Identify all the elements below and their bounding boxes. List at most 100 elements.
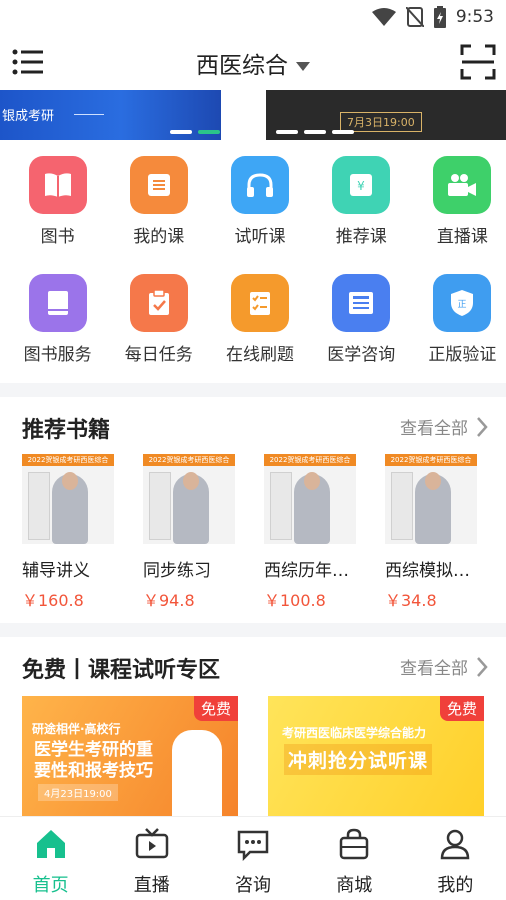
carousel-dot — [304, 130, 326, 134]
quick-entry-label: 我的课 — [133, 227, 185, 247]
book-name: 同步练习 — [143, 561, 211, 581]
video-camera-icon — [433, 156, 492, 214]
article-icon — [332, 274, 391, 332]
chevron-right-icon — [477, 416, 488, 437]
section-title: 免费丨课程试听专区 — [22, 658, 221, 683]
author-head — [425, 472, 441, 490]
quick-entry-quiz[interactable]: 在线刷题 — [216, 268, 303, 386]
book-spine — [149, 472, 171, 540]
carousel-dot — [170, 130, 192, 134]
banner-text: 银成考研 — [2, 109, 55, 124]
book-card[interactable]: 2022贺银成考研西医综合 辅导讲义 ￥160.8 — [22, 454, 143, 611]
tab-profile[interactable]: 我的 — [405, 817, 506, 900]
cover-band-text: 2022贺银成考研西医综合 — [22, 454, 114, 466]
tab-label: 咨询 — [235, 875, 271, 896]
course-subtitle: 研途相伴·高校行 — [32, 722, 121, 736]
author-head — [62, 472, 78, 490]
chat-icon — [237, 830, 269, 862]
trial-course-card[interactable]: 考研西医临床医学综合能力 冲刺抢分试听课 免费 — [268, 696, 484, 816]
quick-entry-recommend[interactable]: ¥ 推荐课 — [318, 150, 405, 268]
courses-section-header: 免费丨课程试听专区 查看全部 — [0, 646, 506, 686]
quick-entry-row: 图书 我的课 试听课 ¥ 推荐课 直播课 — [0, 150, 506, 268]
book-card[interactable]: 2022贺银成考研西医综合 同步练习 ￥94.8 — [143, 454, 264, 611]
book-icon — [28, 156, 87, 214]
quick-entry-label: 试听课 — [234, 227, 286, 247]
quick-entry-consult[interactable]: 医学咨询 — [318, 268, 405, 386]
quick-entry-daily-task[interactable]: 每日任务 — [115, 268, 202, 386]
banner-carousel[interactable]: 银成考研 7月3日19:00 — [0, 90, 506, 140]
svg-text:¥: ¥ — [357, 179, 365, 193]
quick-entry-trial[interactable]: 试听课 — [216, 150, 303, 268]
book-cover-image: 2022贺银成考研西医综合 — [264, 454, 356, 544]
trial-course-list: 研途相伴·高校行 医学生考研的重要性和报考技巧 4月23日19:00 免费 考研… — [0, 696, 506, 816]
book-card[interactable]: 2022贺银成考研西医综合 西综历年… ￥100.8 — [264, 454, 385, 611]
free-badge: 免费 — [439, 696, 484, 721]
book-name: 西综历年… — [264, 561, 349, 581]
book-cover-image: 2022贺银成考研西医综合 — [22, 454, 114, 544]
quick-entry-live[interactable]: 直播课 — [419, 150, 506, 268]
shield-icon: 正 — [433, 274, 492, 332]
cover-band-text: 2022贺银成考研西医综合 — [385, 454, 477, 466]
book-cover-image: 2022贺银成考研西医综合 — [385, 454, 477, 544]
course-date: 4月23日19:00 — [38, 784, 118, 801]
section-title: 推荐书籍 — [22, 418, 111, 443]
recommend-icon: ¥ — [332, 156, 391, 214]
free-badge: 免费 — [193, 696, 238, 721]
carousel-dot — [276, 130, 298, 134]
tab-live[interactable]: 直播 — [101, 817, 202, 900]
tab-label: 首页 — [32, 875, 69, 896]
quick-entry-label: 图书服务 — [23, 345, 92, 365]
book-name: 辅导讲义 — [22, 561, 90, 581]
banner-date: 7月3日19:00 — [340, 112, 422, 132]
book-service-icon — [28, 274, 87, 332]
svg-text:正: 正 — [458, 300, 467, 310]
see-all-label: 查看全部 — [400, 659, 468, 679]
bottom-tab-bar: 首页 直播 咨询 商城 我的 — [0, 816, 506, 900]
section-divider — [0, 623, 506, 637]
scan-icon[interactable] — [460, 44, 496, 80]
quick-entry-grid: 图书 我的课 试听课 ¥ 推荐课 直播课 图书服务 每日任务 在线刷题 医学咨询… — [0, 150, 506, 386]
quick-entry-verify[interactable]: 正 正版验证 — [419, 268, 506, 386]
quick-entry-row: 图书服务 每日任务 在线刷题 医学咨询 正 正版验证 — [0, 268, 506, 386]
book-price: ￥94.8 — [143, 591, 195, 610]
course-title: 医学生考研的重要性和报考技巧 — [34, 740, 153, 781]
banner-divider — [74, 114, 104, 115]
tab-home[interactable]: 首页 — [0, 817, 101, 900]
status-time: 9:53 — [455, 7, 494, 27]
tab-mall[interactable]: 商城 — [304, 817, 405, 900]
lecturer-photo — [172, 730, 222, 816]
cover-band-text: 2022贺银成考研西医综合 — [264, 454, 356, 466]
quick-entry-book-service[interactable]: 图书服务 — [14, 268, 101, 386]
section-divider — [0, 383, 506, 397]
quick-entry-label: 直播课 — [436, 227, 488, 247]
course-list-icon — [129, 156, 188, 214]
author-head — [304, 472, 320, 490]
book-cover-image: 2022贺银成考研西医综合 — [143, 454, 235, 544]
books-section-header: 推荐书籍 查看全部 — [0, 406, 506, 446]
book-card[interactable]: 2022贺银成考研西医综合 西综模拟… ￥34.8 — [385, 454, 506, 611]
chevron-down-icon — [296, 62, 310, 71]
quick-entry-label: 医学咨询 — [327, 345, 396, 365]
books-see-all-link[interactable]: 查看全部 — [400, 414, 488, 439]
home-icon — [36, 830, 65, 858]
subject-selector[interactable]: 西医综合 — [0, 46, 506, 80]
trial-course-card[interactable]: 研途相伴·高校行 医学生考研的重要性和报考技巧 4月23日19:00 免费 — [22, 696, 238, 816]
tv-icon — [135, 828, 169, 859]
carousel-dot — [332, 130, 354, 134]
quick-entry-label: 每日任务 — [124, 345, 193, 365]
book-price: ￥100.8 — [264, 591, 326, 610]
book-price: ￥34.8 — [385, 591, 437, 610]
headphones-icon — [231, 156, 289, 214]
courses-see-all-link[interactable]: 查看全部 — [400, 654, 488, 679]
tab-consult[interactable]: 咨询 — [202, 817, 303, 900]
quick-entry-book[interactable]: 图书 — [14, 150, 101, 268]
chevron-right-icon — [477, 656, 488, 677]
top-bar: 西医综合 — [0, 34, 506, 90]
book-spine — [28, 472, 50, 540]
quick-entry-label: 在线刷题 — [226, 345, 294, 365]
course-title: 冲刺抢分试听课 — [284, 744, 433, 775]
tab-label: 商城 — [336, 875, 373, 896]
book-list: 2022贺银成考研西医综合 辅导讲义 ￥160.8 2022贺银成考研西医综合 … — [0, 454, 506, 611]
battery-charging-icon — [433, 6, 446, 28]
quick-entry-my-course[interactable]: 我的课 — [115, 150, 202, 268]
